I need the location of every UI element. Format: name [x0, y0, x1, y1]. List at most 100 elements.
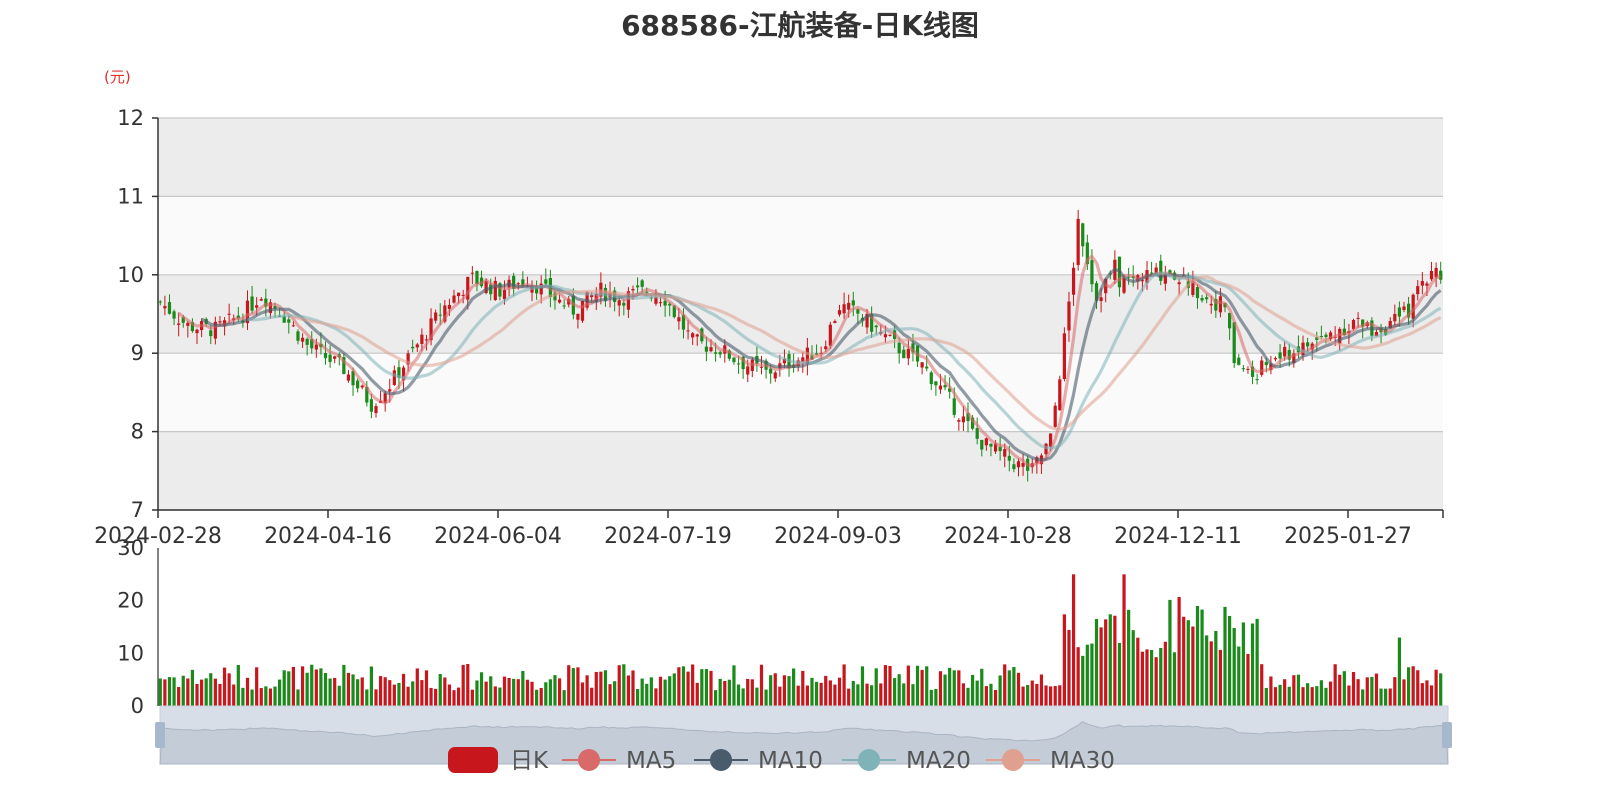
candle-body	[1402, 306, 1406, 310]
x-tick-label: 2024-06-04	[434, 524, 562, 549]
volume-bar	[1351, 671, 1356, 706]
volume-bar	[1237, 646, 1241, 706]
volume-bar	[278, 679, 282, 706]
volume-bar	[296, 689, 300, 706]
volume-bar	[1177, 597, 1181, 706]
candle-body	[925, 366, 929, 369]
zoom-right-handle	[1442, 722, 1452, 748]
candle-body	[1278, 352, 1282, 359]
volume-bar	[484, 681, 488, 706]
volume-bar	[1278, 684, 1282, 706]
volume-bar	[718, 678, 722, 706]
volume-bar	[1182, 616, 1186, 706]
y-tick-label: 7	[131, 498, 144, 522]
candle-body	[686, 330, 690, 332]
candle-body	[961, 416, 966, 423]
volume-bar	[1131, 630, 1135, 706]
legend-marker	[578, 749, 600, 771]
volume-bar	[856, 684, 860, 706]
volume-bar	[356, 679, 360, 706]
volume-bar	[759, 664, 764, 706]
candle-body	[470, 272, 474, 274]
volume-bar	[177, 687, 181, 706]
candle-body	[1397, 307, 1402, 317]
volume-bar	[1062, 614, 1066, 706]
volume-bar	[1094, 619, 1099, 706]
volume-bar	[1200, 609, 1204, 706]
volume-bar	[1108, 614, 1112, 706]
volume-bar	[539, 687, 543, 706]
volume-bar	[998, 675, 1002, 706]
volume-bar	[975, 680, 979, 706]
candle-body	[989, 443, 993, 447]
volume-bar	[1195, 605, 1200, 706]
candle-body	[415, 344, 419, 348]
volume-tick-label: 0	[131, 694, 144, 718]
candle-body	[580, 300, 585, 321]
volume-bar	[594, 671, 598, 706]
volume-bar	[323, 673, 328, 706]
candle-body	[713, 352, 718, 354]
volume-bar	[209, 673, 213, 706]
candle-body	[392, 370, 396, 385]
candle-body	[1090, 260, 1094, 285]
volume-bar	[1361, 689, 1365, 706]
volume-bar	[957, 670, 961, 706]
volume-bar	[1149, 650, 1154, 706]
volume-bar	[525, 679, 530, 706]
volume-bar	[851, 680, 855, 706]
volume-bar	[1319, 680, 1323, 706]
volume-bar	[470, 689, 474, 706]
volume-bar	[576, 667, 580, 706]
volume-bar	[1283, 679, 1287, 706]
candle-body	[167, 302, 172, 314]
volume-bar	[429, 687, 433, 706]
volume-bar	[732, 665, 736, 706]
volume-bar	[837, 677, 842, 706]
volume-bar	[1030, 680, 1034, 706]
candle-body	[576, 313, 580, 320]
candle-body	[1306, 342, 1310, 347]
volume-bar	[915, 665, 920, 706]
volume-bar	[1315, 686, 1319, 706]
candle-body	[934, 381, 938, 386]
candle-body	[998, 446, 1002, 452]
candle-body	[1218, 296, 1223, 313]
volume-bar	[911, 684, 915, 706]
candle-body	[346, 374, 351, 381]
volume-bar	[1296, 674, 1301, 706]
volume-bar	[938, 671, 943, 706]
volume-bar	[1223, 606, 1227, 706]
candle-body	[1416, 286, 1420, 295]
volume-bar	[1425, 680, 1429, 706]
x-tick-label: 2024-10-28	[944, 524, 1072, 549]
x-tick-label: 2025-01-27	[1284, 524, 1412, 549]
x-tick-label: 2024-09-03	[774, 524, 902, 549]
volume-bar	[1260, 664, 1264, 706]
volume-bar	[704, 669, 709, 706]
volume-bar	[1347, 685, 1351, 706]
candle-body	[1356, 317, 1360, 319]
volume-bar	[195, 683, 199, 706]
volume-bar	[443, 677, 447, 706]
candle-body	[874, 325, 878, 328]
volume-bar	[319, 668, 323, 706]
volume-bar	[727, 679, 731, 706]
volume-bar	[1012, 667, 1016, 706]
candle-body	[883, 334, 888, 338]
candle-body	[833, 321, 837, 323]
candle-body	[828, 324, 832, 346]
y-tick-label: 8	[131, 420, 144, 444]
candle-body	[456, 292, 461, 297]
volume-bar	[1154, 657, 1158, 706]
candle-body	[1200, 298, 1204, 301]
volume-bar	[557, 678, 562, 706]
volume-bar	[695, 682, 699, 706]
volume-bar	[1140, 651, 1145, 706]
candle-body	[1076, 218, 1080, 265]
volume-bar	[420, 680, 424, 706]
volume-bar	[879, 683, 883, 706]
volume-y-axis: 0 10 20 30	[117, 536, 159, 718]
volume-bar	[406, 686, 410, 706]
volume-bar	[438, 674, 442, 706]
